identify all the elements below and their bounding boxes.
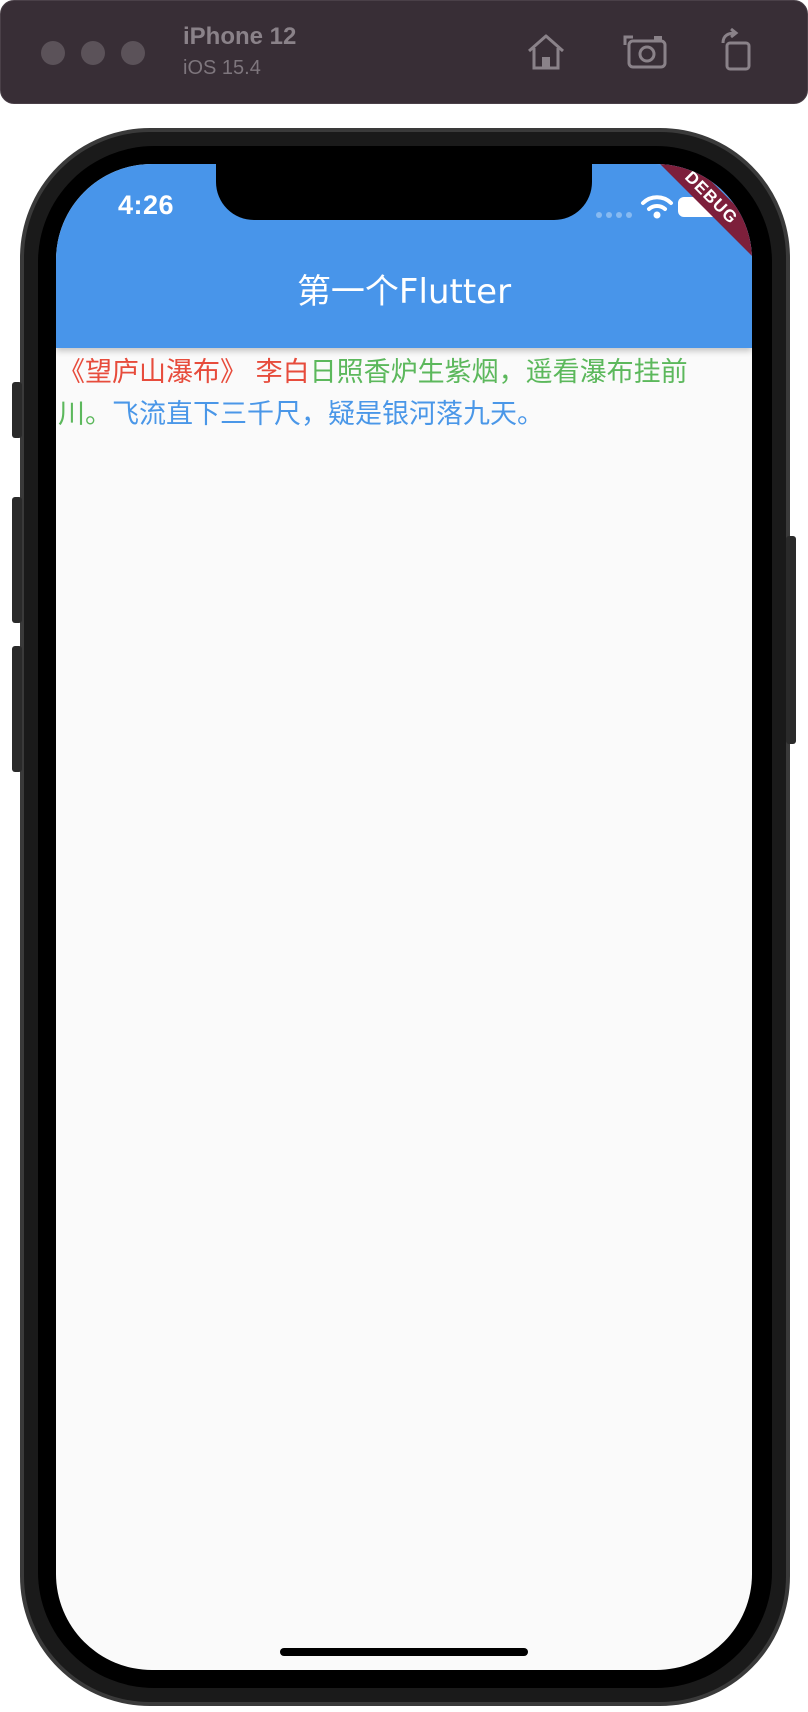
simulator-title-bar: iPhone 12 iOS 15.4 bbox=[0, 0, 808, 104]
poem-author: 李白 bbox=[247, 357, 310, 388]
notch bbox=[216, 164, 592, 220]
device-name: iPhone 12 bbox=[183, 23, 297, 50]
home-icon bbox=[528, 34, 564, 70]
poem-text: 《望庐山瀑布》 李白日照香炉生紫烟，遥看瀑布挂前川。飞流直下三千尺，疑是银河落九… bbox=[58, 352, 738, 436]
home-indicator[interactable] bbox=[280, 1648, 528, 1656]
volume-up-button bbox=[12, 497, 22, 623]
app-bar-title: 第一个Flutter bbox=[296, 272, 512, 312]
wifi-icon bbox=[641, 195, 673, 219]
signal-icon bbox=[596, 212, 632, 218]
os-version: iOS 15.4 bbox=[183, 57, 261, 79]
rotate-icon bbox=[721, 27, 751, 71]
volume-down-button bbox=[12, 646, 22, 772]
poem-line-2: 飞流直下三千尺，疑是银河落九天。 bbox=[112, 399, 544, 430]
app-screen: 4:26 第一个Flutter DEBUG 《望庐山瀑布》 李白日照香炉生紫烟，… bbox=[56, 164, 752, 1670]
power-button bbox=[786, 536, 796, 744]
home-button[interactable] bbox=[521, 27, 571, 77]
screenshot-icon bbox=[623, 35, 667, 69]
mute-switch bbox=[12, 382, 22, 438]
screenshot-button[interactable] bbox=[621, 27, 671, 77]
close-window-button[interactable] bbox=[41, 41, 65, 65]
status-time: 4:26 bbox=[118, 190, 175, 220]
poem-title: 《望庐山瀑布》 bbox=[58, 357, 247, 388]
rotate-button[interactable] bbox=[713, 27, 763, 77]
zoom-window-button[interactable] bbox=[121, 41, 145, 65]
minimize-window-button[interactable] bbox=[81, 41, 105, 65]
